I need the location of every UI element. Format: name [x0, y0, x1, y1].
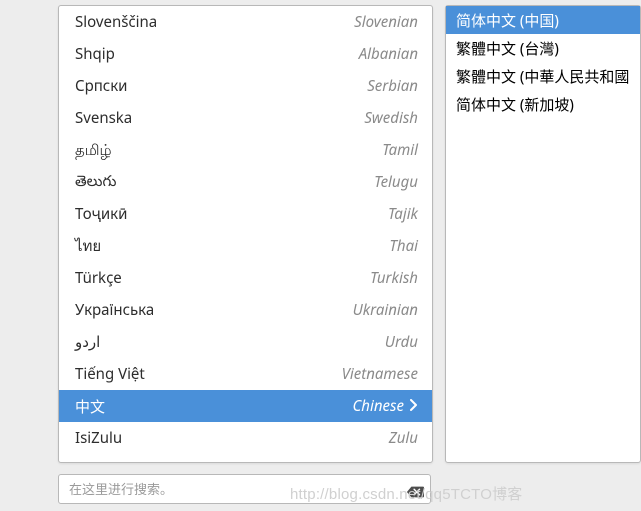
language-native-label: IsiZulu: [75, 428, 122, 448]
variant-panel: 简体中文 (中国) 繁體中文 (台灣) 繁體中文 (中華人民共和國简体中文 (新加坡…: [445, 5, 641, 463]
variant-row[interactable]: 繁體中文 (台灣): [446, 34, 640, 62]
language-panel: Slovenščina Slovenian Shqip Albanian Српски S…: [58, 5, 433, 463]
language-native-label: Türkçe: [75, 268, 122, 288]
language-row[interactable]: Türkçe Turkish: [59, 262, 432, 294]
language-row[interactable]: Српски Serbian: [59, 70, 432, 102]
language-english-label: Urdu: [108, 332, 418, 352]
variant-row[interactable]: 繁體中文 (中華人民共和國: [446, 62, 640, 90]
language-english-label: Ukrainian: [162, 300, 418, 320]
language-row[interactable]: ไทย Thai: [59, 230, 432, 262]
language-english-label: Tamil: [120, 140, 418, 160]
language-native-label: اردو: [75, 332, 100, 352]
language-english-label: Thai: [109, 236, 418, 256]
variant-label: 繁體中文 (台灣): [456, 38, 559, 59]
language-native-label: తెలుగు: [75, 171, 116, 194]
language-english-label: Zulu: [130, 428, 418, 448]
language-row[interactable]: తెలుగు Telugu: [59, 166, 432, 198]
variant-row[interactable]: 简体中文 (新加坡): [446, 90, 640, 118]
variant-label: 繁體中文 (中華人民共和國: [456, 66, 629, 87]
language-english-label: Turkish: [130, 268, 418, 288]
clear-search-icon[interactable]: [406, 482, 422, 496]
language-native-label: Slovenščina: [75, 12, 157, 32]
search-input[interactable]: [67, 474, 406, 504]
language-english-label: Albanian: [123, 44, 418, 64]
language-english-label: Telugu: [124, 172, 418, 192]
language-row[interactable]: தமிழ் Tamil: [59, 134, 432, 166]
variant-list-scroll[interactable]: 简体中文 (中国) 繁體中文 (台灣) 繁體中文 (中華人民共和國简体中文 (新加坡…: [446, 6, 640, 462]
language-native-label: தமிழ்: [75, 140, 112, 161]
language-english-label: Tajik: [135, 204, 418, 224]
variant-row[interactable]: 简体中文 (中国): [446, 6, 640, 34]
language-row[interactable]: 中文 Chinese: [59, 390, 432, 422]
language-row[interactable]: Svenska Swedish: [59, 102, 432, 134]
language-row[interactable]: Тоҷикӣ Tajik: [59, 198, 432, 230]
language-row[interactable]: Shqip Albanian: [59, 38, 432, 70]
language-english-label: Vietnamese: [153, 364, 418, 384]
language-row[interactable]: Slovenščina Slovenian: [59, 6, 432, 38]
language-native-label: Tiếng Việt: [75, 364, 145, 384]
language-english-label: Swedish: [140, 108, 418, 128]
language-row[interactable]: Українська Ukrainian: [59, 294, 432, 326]
variant-label: 简体中文 (中国): [456, 10, 559, 31]
language-native-label: Shqip: [75, 44, 115, 64]
search-field-wrap: [58, 474, 431, 504]
language-row[interactable]: اردو Urdu: [59, 326, 432, 358]
chevron-right-icon: [410, 396, 418, 416]
language-native-label: Svenska: [75, 108, 132, 128]
language-row[interactable]: Tiếng Việt Vietnamese: [59, 358, 432, 390]
language-native-label: Українська: [75, 300, 154, 320]
variant-label: 简体中文 (新加坡): [456, 94, 574, 115]
language-native-label: ไทย: [75, 234, 101, 258]
language-row[interactable]: IsiZulu Zulu: [59, 422, 432, 454]
language-english-label: Serbian: [136, 76, 419, 96]
language-english-label: Slovenian: [165, 12, 418, 32]
language-native-label: Тоҷикӣ: [75, 204, 127, 224]
language-list-scroll[interactable]: Slovenščina Slovenian Shqip Albanian Српски S…: [59, 6, 432, 462]
language-native-label: Српски: [75, 76, 128, 96]
language-native-label: 中文: [75, 396, 105, 417]
language-english-label: Chinese: [113, 396, 404, 416]
